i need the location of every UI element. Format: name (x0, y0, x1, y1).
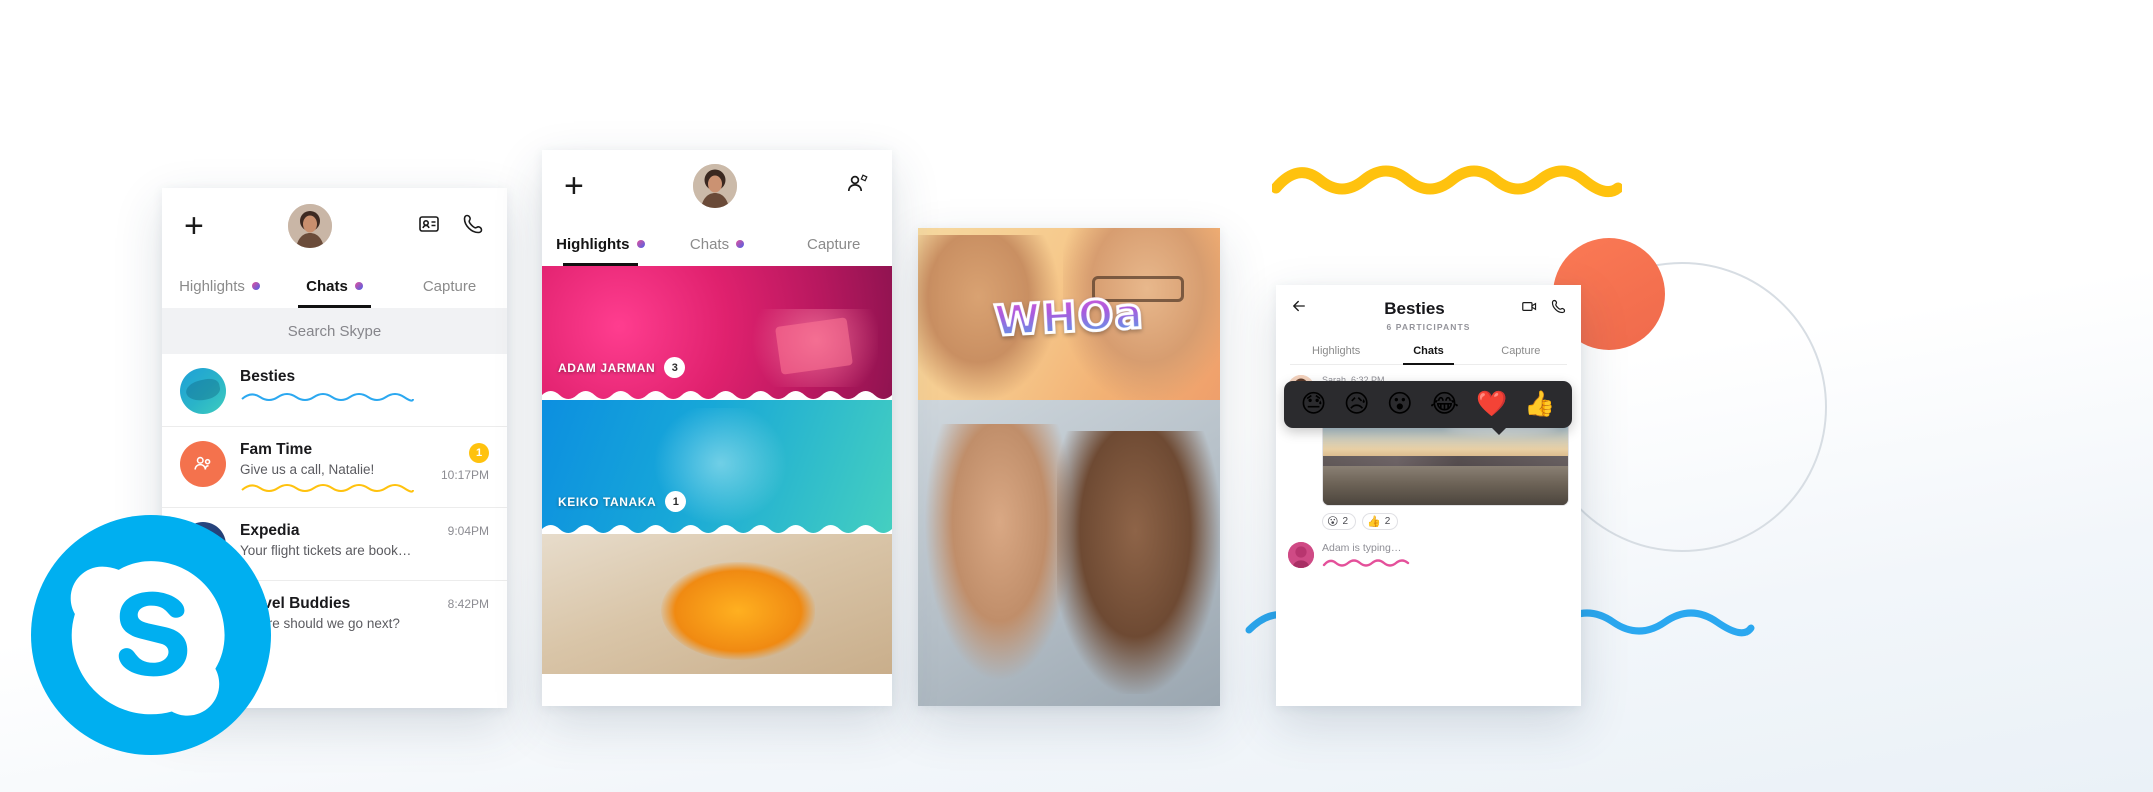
buildings (1323, 465, 1568, 505)
notification-dot-icon (354, 282, 363, 290)
phone-highlights: + Highlights Chats Capture ADAM JARMAN 3… (542, 150, 892, 706)
phone-conversation: Besties 6 PARTICIPANTS Highlights Chats … (1276, 285, 1581, 706)
tab-capture-label: Capture (806, 235, 861, 253)
skype-logo-icon (31, 515, 271, 755)
person-left (924, 424, 1076, 682)
phone-icon[interactable] (1550, 298, 1567, 320)
conversation-header: Besties 6 PARTICIPANTS Highlights Chats … (1276, 285, 1581, 365)
marketing-composition: + Highlights Chats Capture Search Skype … (0, 0, 2153, 792)
crying-face-emoji[interactable]: 😥 (1344, 392, 1370, 417)
contact-card-icon[interactable] (417, 212, 441, 241)
highlight-author: ADAM JARMAN (558, 360, 656, 375)
tab-capture[interactable]: Capture (392, 264, 507, 308)
typing-indicator: Adam is typing… (1276, 530, 1581, 574)
tab-chats-label: Chats (689, 235, 730, 253)
phone-capture: WHOa (918, 228, 1220, 706)
timestamp: 9:04PM (447, 524, 489, 538)
surprised-face-reaction[interactable]: 😮 2 (1322, 513, 1357, 530)
reaction-count: 2 (1384, 516, 1391, 527)
avatar[interactable] (288, 204, 333, 248)
thumbs-up-emoji[interactable]: 👍 (1524, 392, 1555, 417)
highlight-label: ADAM JARMAN 3 (558, 357, 686, 378)
table-row[interactable]: Besties (162, 354, 507, 426)
tab-capture[interactable]: Capture (1475, 340, 1567, 364)
notification-dot-icon (736, 240, 745, 248)
notification-dot-icon (251, 282, 260, 290)
tab-chats[interactable]: Chats (277, 264, 392, 308)
surprised-face-emoji[interactable]: 😮 (1387, 392, 1413, 417)
yellow-squiggle-decoration (241, 484, 414, 493)
person-right (1056, 430, 1220, 694)
page-title: Besties (1384, 298, 1445, 318)
thumbs-up-emoji: 👍 (1367, 516, 1381, 528)
wavy-divider (542, 391, 892, 400)
tab-capture[interactable]: Capture (775, 222, 892, 266)
tab-highlights[interactable]: Highlights (162, 264, 277, 308)
yellow-squiggle-decoration (1272, 165, 1622, 198)
highlight-author: KEIKO TANAKA (558, 494, 657, 509)
fade-overlay (1276, 680, 1581, 706)
chat-name: Expedia (240, 522, 300, 539)
sweat-face-emoji[interactable]: 😓 (1301, 392, 1327, 417)
chat-preview: Give us a call, Natalie! (240, 462, 375, 477)
tab-highlights-label: Highlights (179, 277, 245, 295)
status-badge: 1 (665, 491, 687, 512)
chat-name: Besties (240, 368, 296, 385)
search-input[interactable]: Search Skype (162, 308, 507, 354)
video-scene-top[interactable]: WHOa (918, 228, 1220, 400)
chat-name: Fam Time (240, 441, 313, 458)
chat-preview: Your flight tickets are booked. (240, 543, 413, 558)
adam-avatar[interactable] (1288, 542, 1314, 568)
phone-icon[interactable] (461, 212, 485, 241)
highlight-label: KEIKO TANAKA 1 (558, 491, 687, 512)
tab-highlights[interactable]: Highlights (1290, 340, 1382, 364)
conversation-tabs: Highlights Chats Capture (1290, 340, 1567, 365)
tab-chats[interactable]: Chats (659, 222, 776, 266)
laughing-tears-emoji[interactable]: 😂 (1430, 392, 1459, 417)
notification-dot-icon (636, 240, 645, 248)
video-camera-icon[interactable] (1521, 298, 1538, 320)
tab-chats[interactable]: Chats (1382, 340, 1474, 365)
tab-chats-label: Chats (306, 277, 348, 295)
surprised-face-emoji: 😮 (1327, 516, 1339, 528)
pink-squiggle-decoration (1322, 559, 1410, 567)
tab-capture-label: Capture (422, 277, 477, 295)
whoa-sticker[interactable]: WHOa (992, 288, 1147, 348)
tab-highlights-label: Highlights (556, 235, 630, 253)
avatar[interactable] (692, 164, 737, 208)
chat-list-topbar: + (162, 188, 507, 264)
video-scene-bottom[interactable] (918, 400, 1220, 706)
highlight-card[interactable]: KEIKO TANAKA 1 (542, 400, 892, 534)
reaction-count: 2 (1342, 516, 1349, 527)
heart-emoji[interactable]: ❤️ (1476, 392, 1507, 417)
add-person-icon[interactable] (846, 172, 870, 201)
plus-icon[interactable]: + (564, 169, 584, 203)
thumbs-up-reaction[interactable]: 👍 2 (1362, 513, 1399, 530)
highlight-card[interactable]: ADAM JARMAN 3 (542, 266, 892, 400)
chat-list-tabs: Highlights Chats Capture (162, 264, 507, 308)
timestamp: 10:17PM (440, 468, 489, 482)
highlights-topbar: + (542, 150, 892, 222)
wavy-divider (542, 525, 892, 534)
plus-icon[interactable]: + (184, 209, 204, 243)
typing-text: Adam is typing… (1322, 542, 1402, 554)
arrow-left-icon[interactable] (1290, 297, 1308, 320)
reaction-picker[interactable]: 😓 😥 😮 😂 ❤️ 👍 (1284, 381, 1572, 435)
highlight-card[interactable] (542, 534, 892, 674)
tab-highlights[interactable]: Highlights (542, 222, 659, 266)
table-row[interactable]: Fam Time Give us a call, Natalie! 1 10:1… (162, 426, 507, 507)
participants-count: 6 PARTICIPANTS (1386, 322, 1471, 332)
highlights-tabs: Highlights Chats Capture (542, 222, 892, 266)
group-avatar (180, 441, 226, 487)
status-badge: 1 (469, 443, 489, 463)
fish-avatar (180, 368, 226, 414)
status-badge: 3 (664, 357, 686, 378)
blue-squiggle-decoration (241, 393, 414, 402)
search-placeholder: Search Skype (287, 322, 382, 340)
reaction-chip-group: 😮 2 👍 2 (1322, 513, 1569, 530)
topbar-icon-group (417, 212, 485, 241)
timestamp: 8:42PM (447, 597, 489, 611)
